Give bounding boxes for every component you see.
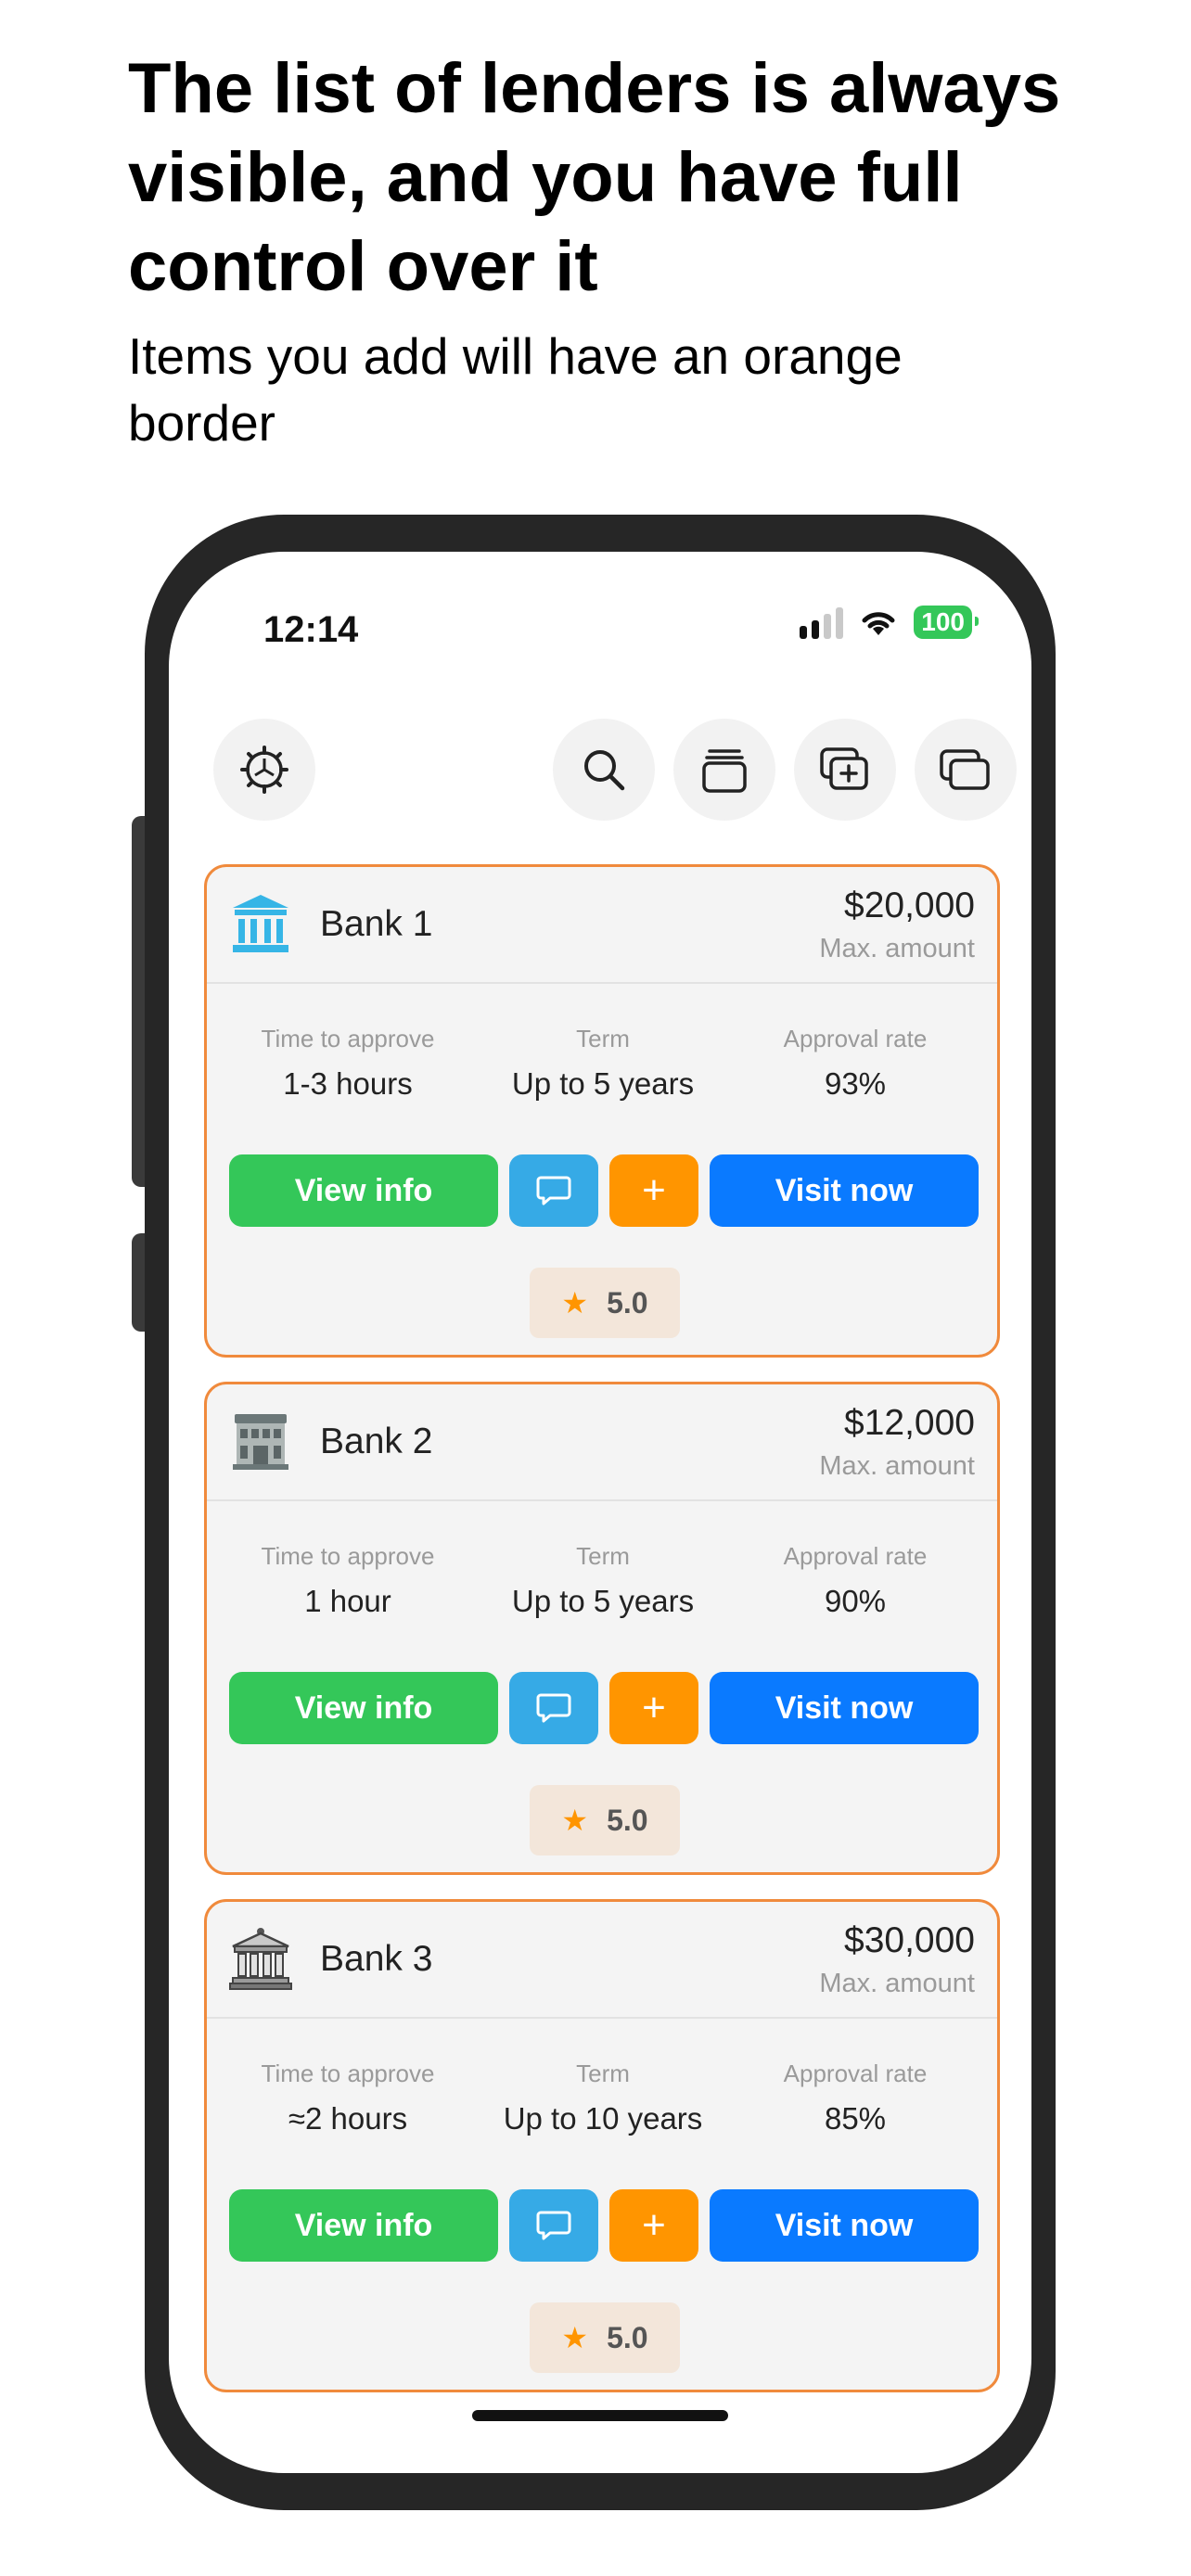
rating-badge: ★ 5.0	[530, 2302, 680, 2373]
stat-time-to-approve: Time to approve 1-3 hours	[261, 1025, 435, 1101]
rating-value: 5.0	[607, 2320, 648, 2354]
cards-button[interactable]	[915, 719, 1017, 821]
status-icons: 100	[800, 606, 979, 639]
battery-indicator: 100	[914, 606, 979, 639]
search-button[interactable]	[553, 719, 655, 821]
toolbar	[169, 719, 1031, 821]
bank-icon	[233, 895, 288, 952]
stat-term: Term Up to 5 years	[511, 1542, 695, 1618]
status-time: 12:14	[263, 609, 359, 650]
card-header: Bank 1 $20,000 Max. amount	[207, 867, 997, 984]
visit-now-button[interactable]: Visit now	[710, 1672, 979, 1744]
headline: The list of lenders is always visible, a…	[128, 49, 1061, 306]
settings-button[interactable]	[213, 719, 315, 821]
lender-card: Bank 2 $12,000 Max. amount Time to appro…	[204, 1382, 1000, 1875]
stat-term: Term Up to 10 years	[503, 2060, 703, 2136]
add-button[interactable]: +	[609, 1154, 698, 1227]
star-icon: ★	[561, 1286, 589, 1320]
phone-frame: 12:14 100 Bank 1 $20,000 Max. amount Tim…	[145, 515, 1056, 2510]
phone-screen: 12:14 100 Bank 1 $20,000 Max. amount Tim…	[169, 552, 1031, 2473]
stat-approval-rate: Approval rate 93%	[783, 1025, 928, 1101]
stack-icon	[702, 749, 747, 793]
wifi-icon	[862, 612, 895, 635]
cards-icon	[940, 749, 990, 790]
card-header: Bank 3 $30,000 Max. amount	[207, 1902, 997, 2019]
add-button[interactable]: +	[609, 2189, 698, 2262]
bank-name: Bank 1	[320, 904, 433, 944]
add-button[interactable]: +	[609, 1672, 698, 1744]
stat-approval-rate: Approval rate 90%	[783, 1542, 928, 1618]
chat-bubble-icon	[536, 1176, 571, 1205]
view-info-button[interactable]: View info	[229, 1672, 498, 1744]
card-header: Bank 2 $12,000 Max. amount	[207, 1384, 997, 1501]
bank-name: Bank 3	[320, 1939, 433, 1979]
search-icon	[584, 750, 625, 791]
classical-building-icon	[229, 1928, 292, 1990]
stat-approval-rate: Approval rate 85%	[783, 2060, 928, 2136]
view-info-button[interactable]: View info	[229, 2189, 498, 2262]
stack-button[interactable]	[673, 719, 775, 821]
rating-badge: ★ 5.0	[530, 1785, 680, 1855]
star-icon: ★	[561, 2321, 589, 2354]
view-info-button[interactable]: View info	[229, 1154, 498, 1227]
status-bar: 12:14 100	[169, 552, 1031, 654]
star-icon: ★	[561, 1804, 589, 1837]
rating-value: 5.0	[607, 1803, 648, 1837]
visit-now-button[interactable]: Visit now	[710, 2189, 979, 2262]
stat-time-to-approve: Time to approve ≈2 hours	[261, 2060, 435, 2136]
chat-bubble-icon	[536, 2211, 571, 2240]
home-indicator[interactable]	[472, 2410, 728, 2421]
max-amount-label: Max. amount	[819, 1451, 975, 1481]
add-card-icon	[820, 747, 868, 790]
rating-value: 5.0	[607, 1285, 648, 1320]
max-amount-value: $30,000	[844, 1920, 975, 1960]
bank-name: Bank 2	[320, 1422, 433, 1461]
add-card-button[interactable]	[794, 719, 896, 821]
chat-bubble-icon	[536, 1693, 571, 1723]
lender-card: Bank 1 $20,000 Max. amount Time to appro…	[204, 864, 1000, 1358]
rating-badge: ★ 5.0	[530, 1268, 680, 1338]
visit-now-button[interactable]: Visit now	[710, 1154, 979, 1227]
lender-card: Bank 3 $30,000 Max. amount Time to appro…	[204, 1899, 1000, 2392]
max-amount-value: $20,000	[844, 886, 975, 925]
stat-time-to-approve: Time to approve 1 hour	[261, 1542, 435, 1618]
subheadline: Items you add will have an orange border	[128, 327, 903, 452]
max-amount-label: Max. amount	[819, 934, 975, 963]
chat-button[interactable]	[509, 1154, 598, 1227]
chat-button[interactable]	[509, 1672, 598, 1744]
settings-gear-icon	[240, 746, 288, 794]
stat-term: Term Up to 5 years	[511, 1025, 695, 1101]
max-amount-label: Max. amount	[819, 1969, 975, 1998]
cellular-signal-icon	[800, 606, 844, 639]
bank-building-icon	[233, 1414, 288, 1470]
chat-button[interactable]	[509, 2189, 598, 2262]
max-amount-value: $12,000	[844, 1403, 975, 1443]
